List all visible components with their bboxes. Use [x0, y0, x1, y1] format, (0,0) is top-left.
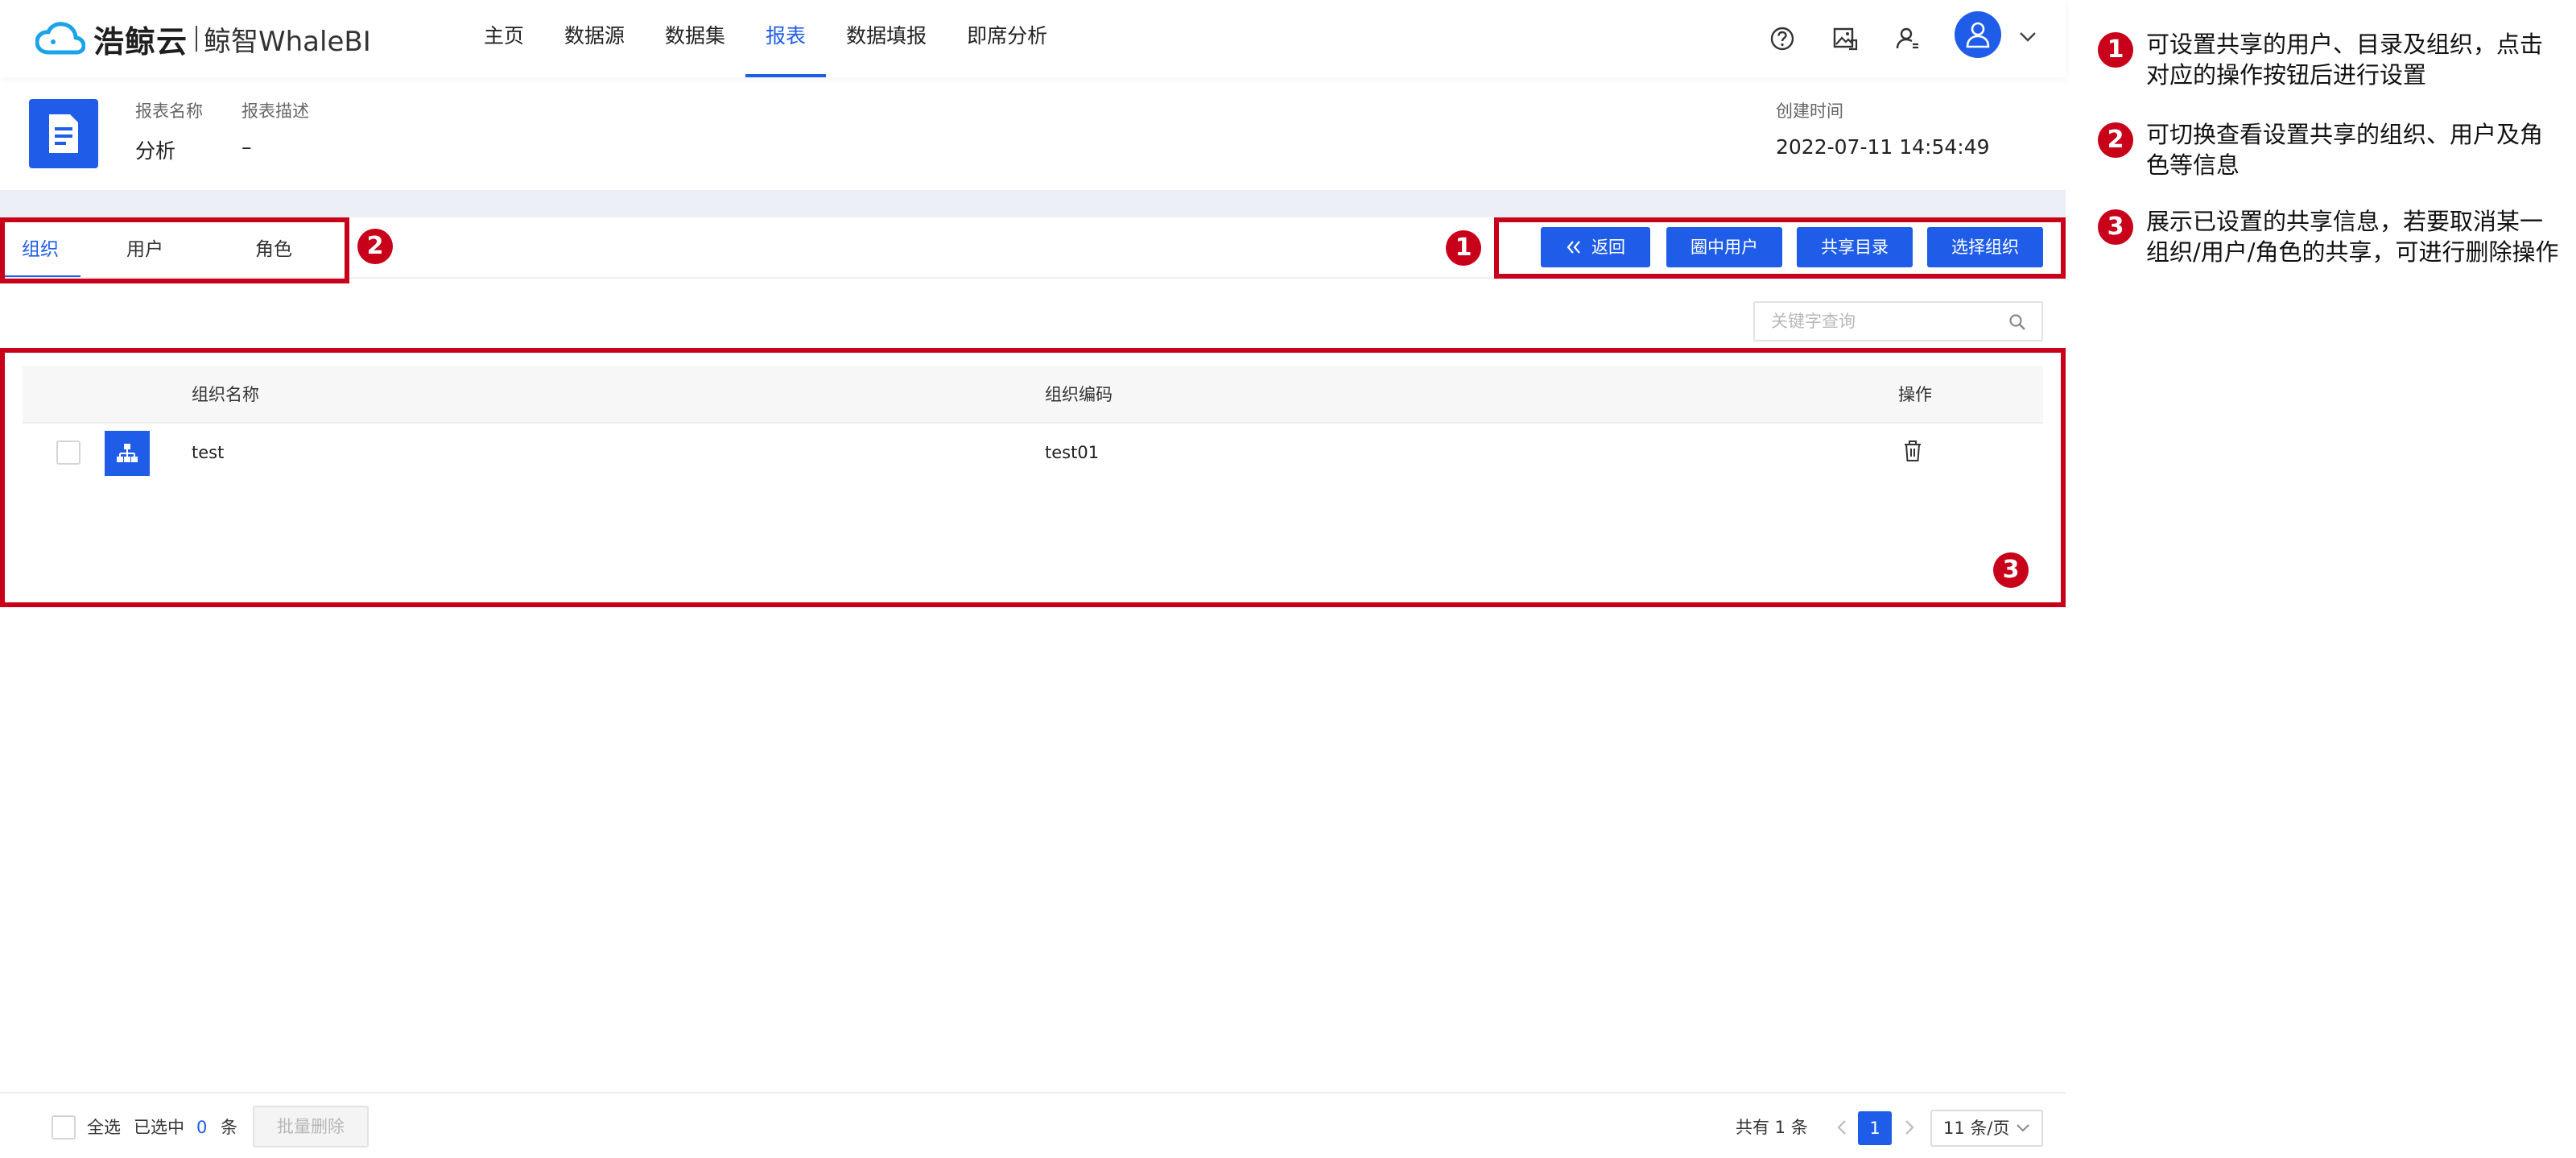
- tab-role[interactable]: 角色: [209, 217, 338, 279]
- org-code-cell: test01: [1045, 443, 1100, 462]
- main-nav: 主页 数据源 数据集 报表 数据填报 即席分析: [464, 0, 1067, 77]
- nav-item-data-fill[interactable]: 数据填报: [826, 0, 947, 77]
- nav-item-adhoc-analysis[interactable]: 即席分析: [947, 0, 1067, 77]
- organization-tree-icon: [105, 431, 150, 476]
- note-badge-1: 1: [2098, 32, 2133, 68]
- product-name: 鲸智WhaleBI: [204, 25, 371, 58]
- select-all-label: 全选: [87, 1118, 121, 1137]
- row-checkbox[interactable]: [56, 440, 80, 465]
- created-time-label: 创建时间: [1776, 101, 1843, 121]
- share-directory-button[interactable]: 共享目录: [1797, 227, 1913, 267]
- created-time-value: 2022-07-11 14:54:49: [1776, 135, 1990, 159]
- page-size-value: 11 条/页: [1943, 1119, 2010, 1138]
- batch-delete-button[interactable]: 批量删除: [253, 1106, 369, 1148]
- report-info-panel: 报表名称 分析 报表描述 – 创建时间 2022-07-11 14:54:49: [0, 77, 2066, 190]
- selected-prefix: 已选中: [134, 1118, 184, 1137]
- cloud-logo-icon: [35, 22, 85, 55]
- trash-icon[interactable]: [1903, 440, 1922, 462]
- table-header: 组织名称 组织编码 操作: [23, 366, 2043, 424]
- note-text-3: 展示已设置的共享信息，若要取消某一组织/用户/角色的共享，可进行删除操作: [2146, 208, 2559, 266]
- search-icon[interactable]: [2008, 312, 2027, 332]
- nav-item-datasource[interactable]: 数据源: [544, 0, 645, 77]
- top-navigation-bar: 浩鲸云 鲸智WhaleBI 主页 数据源 数据集 报表 数据填报 即席分析: [0, 0, 2066, 77]
- prev-page-icon[interactable]: [1834, 1118, 1850, 1137]
- nav-item-report[interactable]: 报表: [745, 0, 827, 77]
- tabs-underline: [0, 277, 2066, 279]
- user-icon: [1966, 22, 1990, 48]
- section-divider: [0, 190, 2066, 217]
- column-header-operation: 操作: [1898, 385, 1932, 404]
- note-text-1: 可设置共享的用户、目录及组织，点击对应的操作按钮后进行设置: [2146, 31, 2544, 89]
- annotation-note-2: 2 可切换查看设置共享的组织、用户及角色等信息: [2093, 119, 2560, 180]
- annotation-badge-3: 3: [1993, 552, 2029, 588]
- logo-divider: [196, 26, 198, 52]
- table-footer: 全选 已选中 0 条 批量删除 共有 1 条 1 11 条/页: [0, 1094, 2066, 1158]
- report-name-value: 分析: [135, 139, 176, 163]
- user-settings-icon[interactable]: [1892, 23, 1924, 55]
- chevron-down-icon: [2017, 1124, 2029, 1132]
- back-button[interactable]: 返回: [1541, 227, 1650, 267]
- double-chevron-left-icon: [1567, 241, 1580, 254]
- nav-item-dataset[interactable]: 数据集: [645, 0, 745, 77]
- user-avatar[interactable]: [1955, 11, 2001, 58]
- select-organization-button[interactable]: 选择组织: [1927, 227, 2043, 267]
- report-name-label: 报表名称: [135, 101, 203, 121]
- column-header-org-code: 组织编码: [1045, 385, 1113, 404]
- keyword-search-input[interactable]: [1755, 303, 1996, 340]
- image-data-icon[interactable]: [1829, 23, 1861, 55]
- keyword-search-box: [1753, 301, 2043, 341]
- circle-users-button[interactable]: 圈中用户: [1666, 227, 1782, 267]
- report-desc-label: 报表描述: [242, 101, 309, 121]
- org-name-cell: test: [192, 443, 225, 462]
- note-text-2: 可切换查看设置共享的组织、用户及角色等信息: [2146, 121, 2544, 179]
- select-all-checkbox[interactable]: [52, 1115, 76, 1139]
- annotation-badge-1: 1: [1446, 230, 1481, 266]
- column-header-org-name: 组织名称: [192, 385, 259, 404]
- total-count: 共有 1 条: [1736, 1118, 1808, 1137]
- page-number-current[interactable]: 1: [1858, 1111, 1892, 1145]
- back-button-label: 返回: [1591, 238, 1625, 257]
- chevron-down-icon[interactable]: [2017, 26, 2038, 47]
- selected-suffix: 条: [221, 1118, 237, 1137]
- share-type-tabs: 组织 用户 角色: [0, 217, 346, 282]
- next-page-icon[interactable]: [1901, 1118, 1918, 1137]
- page-size-select[interactable]: 11 条/页: [1930, 1110, 2043, 1147]
- selected-count: 0: [196, 1118, 208, 1137]
- logo[interactable]: 浩鲸云 鲸智WhaleBI: [35, 16, 371, 61]
- note-badge-2: 2: [2098, 122, 2133, 158]
- annotation-badge-2: 2: [357, 229, 393, 264]
- nav-item-home[interactable]: 主页: [464, 0, 544, 77]
- help-icon[interactable]: [1766, 23, 1798, 55]
- tab-organization[interactable]: 组织: [0, 217, 80, 279]
- report-desc-value: –: [242, 135, 252, 159]
- brand-name: 浩鲸云: [93, 23, 188, 60]
- tab-user[interactable]: 用户: [80, 217, 209, 279]
- report-document-icon: [29, 99, 98, 168]
- table-row: test test01: [23, 424, 2043, 482]
- annotation-note-3: 3 展示已设置的共享信息，若要取消某一组织/用户/角色的共享，可进行删除操作: [2093, 206, 2560, 267]
- note-badge-3: 3: [2098, 209, 2133, 245]
- annotation-note-1: 1 可设置共享的用户、目录及组织，点击对应的操作按钮后进行设置: [2093, 29, 2560, 90]
